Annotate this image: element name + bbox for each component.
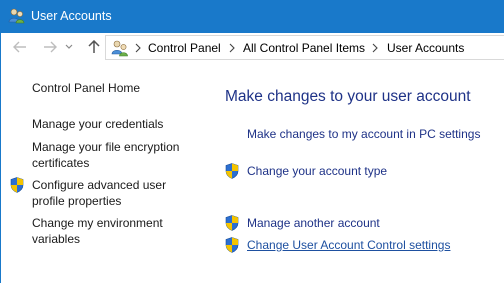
forward-button[interactable] (40, 37, 60, 57)
link-pc-settings[interactable]: Make changes to my account in PC setting… (247, 127, 480, 141)
recent-locations-button[interactable] (63, 37, 75, 57)
chevron-right-icon (135, 43, 141, 53)
sidebar-item-environment-variables[interactable]: Change my environment variables (32, 215, 163, 247)
chevron-down-icon (65, 44, 73, 49)
sidebar-item-control-panel-home[interactable]: Control Panel Home (32, 80, 140, 96)
uac-shield-icon (225, 237, 239, 253)
breadcrumb-control-panel[interactable]: Control Panel (148, 41, 221, 55)
link-change-account-type[interactable]: Change your account type (247, 164, 387, 178)
sidebar-item-advanced-profile[interactable]: Configure advanced user profile properti… (32, 177, 166, 209)
sidebar-item-file-encryption[interactable]: Manage your file encryption certificates (32, 139, 179, 171)
address-bar[interactable]: Control Panel All Control Panel Items Us… (105, 35, 504, 60)
up-button[interactable] (84, 37, 104, 57)
back-button[interactable] (10, 37, 30, 57)
breadcrumb-user-accounts[interactable]: User Accounts (387, 41, 464, 55)
window: User Accounts Control Panel All Control … (0, 0, 504, 283)
control-panel-icon (111, 40, 128, 57)
title-bar[interactable]: User Accounts (1, 0, 504, 33)
sidebar-item-label: Change my environment (32, 216, 163, 230)
uac-shield-icon (10, 177, 24, 193)
sidebar-item-label: Configure advanced user (32, 178, 167, 192)
uac-shield-icon (225, 163, 239, 179)
chevron-right-icon (372, 43, 378, 53)
sidebar-item-label: variables (32, 232, 81, 246)
window-title: User Accounts (31, 9, 112, 23)
navigation-bar: Control Panel All Control Panel Items Us… (1, 33, 504, 62)
sidebar-item-label: profile properties (32, 194, 122, 208)
sidebar-item-manage-credentials[interactable]: Manage your credentials (32, 116, 163, 132)
link-uac-settings[interactable]: Change User Account Control settings (247, 238, 450, 252)
uac-shield-icon (225, 215, 239, 231)
sidebar-item-label: Manage your file encryption (32, 140, 180, 154)
arrow-up-icon (88, 40, 100, 53)
sidebar-item-label: certificates (32, 156, 90, 170)
user-accounts-icon (8, 8, 25, 24)
arrow-left-icon (13, 41, 26, 53)
link-manage-another-account[interactable]: Manage another account (247, 216, 380, 230)
chevron-right-icon (229, 43, 235, 53)
arrow-right-icon (44, 41, 57, 53)
page-title: Make changes to your user account (225, 88, 471, 105)
breadcrumb-all-items[interactable]: All Control Panel Items (243, 41, 365, 55)
